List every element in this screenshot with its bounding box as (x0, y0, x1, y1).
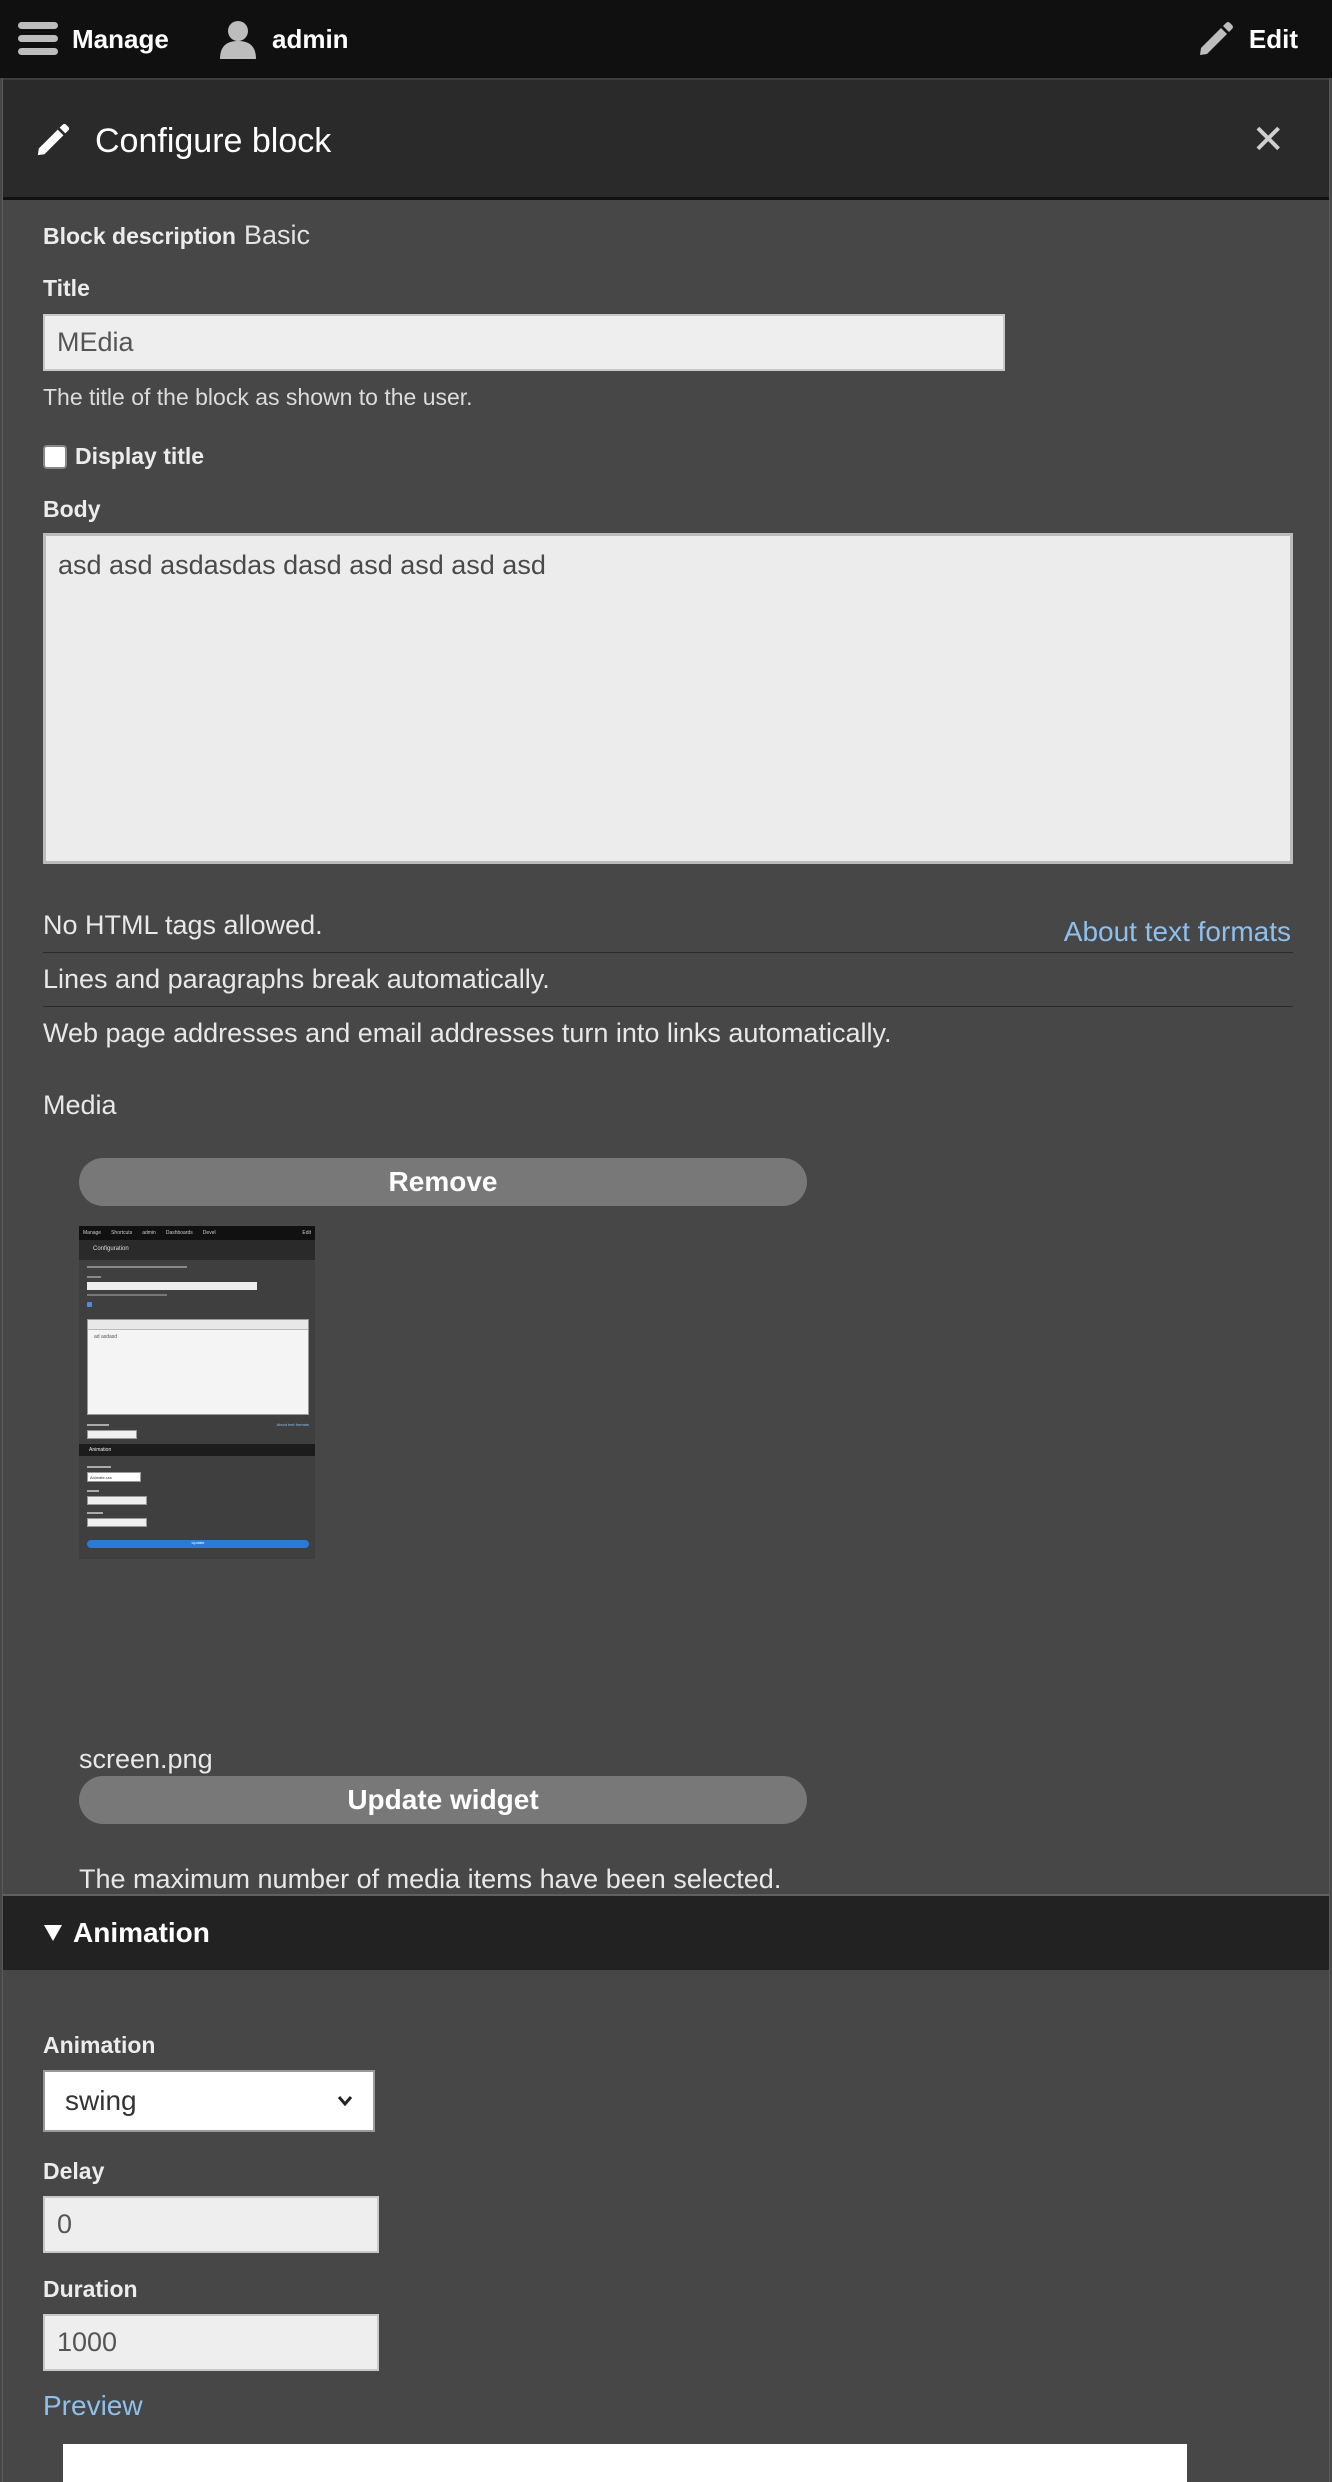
body-label: Body (43, 496, 101, 522)
user-icon (220, 21, 256, 59)
block-description: Block description Basic (43, 220, 310, 251)
thumb-input (87, 1282, 257, 1290)
title-help: The title of the block as shown to the u… (43, 384, 473, 410)
thumb-dialog-title: Configuration (79, 1240, 315, 1260)
toolbar-edit[interactable]: Edit (1197, 0, 1298, 78)
thumb-line (87, 1466, 111, 1468)
update-widget-button[interactable]: Update widget (79, 1776, 807, 1824)
media-thumbnail[interactable]: Manage Shortcuts admin Dashboards Devel … (79, 1226, 315, 1559)
thumb-section: Animation (79, 1444, 315, 1456)
media-limit-message: The maximum number of media items have b… (79, 1864, 782, 1894)
thumb-input (87, 1496, 147, 1505)
title-label: Title (43, 275, 90, 301)
format-tip: Web page addresses and email addresses t… (43, 1018, 892, 1048)
triangle-down-icon (44, 1925, 62, 1941)
body-textarea[interactable]: asd asd asdasdas dasd asd asd asd asd (43, 533, 1293, 864)
thumb-toolbar-item: Dashboards (165, 1230, 193, 1236)
toolbar-edit-label: Edit (1248, 23, 1298, 54)
close-icon[interactable]: ✕ (1251, 120, 1285, 160)
chevron-down-icon (337, 2096, 353, 2107)
thumb-line (87, 1424, 109, 1426)
display-title-checkbox[interactable] (43, 444, 67, 469)
title-input[interactable]: MEdia (43, 314, 1005, 371)
animation-details-summary[interactable]: Animation (3, 1894, 1329, 1970)
media-label: Media (43, 1090, 117, 1120)
thumb-toolbar-item: Shortcuts (111, 1230, 133, 1236)
dialog-title: Configure block (95, 122, 332, 160)
thumb-body-text: ad asdasd (94, 1334, 118, 1340)
display-title-label: Display title (75, 443, 205, 469)
thumb-toolbar-item: Manage (83, 1230, 102, 1236)
animation-select[interactable]: swing (43, 2070, 375, 2132)
thumb-toolbar: Manage Shortcuts admin Dashboards Devel … (79, 1226, 315, 1240)
configure-block-dialog: Configure block ✕ Block description Basi… (2, 78, 1330, 2482)
toolbar-user-label: admin (272, 23, 349, 54)
animation-label: Animation (43, 2032, 156, 2058)
thumb-select (87, 1430, 137, 1439)
animation-select-value: swing (65, 2085, 137, 2116)
media-filename: screen.png (79, 1744, 213, 1774)
thumb-line (87, 1276, 101, 1278)
toolbar-manage-label: Manage (72, 23, 169, 54)
thumb-select: Animate.css (87, 1472, 141, 1482)
delay-label: Delay (43, 2158, 105, 2184)
preview-link[interactable]: Preview (43, 2390, 143, 2422)
thumb-line (87, 1266, 187, 1268)
format-tip: Lines and paragraphs break automatically… (43, 964, 550, 994)
thumb-toolbar-item: admin (142, 1230, 156, 1236)
delay-input[interactable]: 0 (43, 2196, 379, 2253)
thumb-checkbox (87, 1302, 92, 1307)
thumb-line (87, 1512, 103, 1514)
pencil-icon (37, 123, 70, 156)
thumb-input (87, 1518, 147, 1527)
thumb-link: About text formats (276, 1422, 309, 1427)
remove-button[interactable]: Remove (79, 1158, 807, 1206)
hamburger-icon (18, 22, 58, 55)
thumb-line (87, 1294, 167, 1296)
block-description-label: Block description (43, 223, 236, 249)
thumb-line (87, 1490, 99, 1492)
divider (43, 952, 1293, 953)
animation-summary-label: Animation (73, 1917, 210, 1948)
toolbar-manage[interactable]: Manage (18, 0, 169, 78)
pencil-icon (1199, 22, 1233, 55)
block-description-value: Basic (243, 220, 311, 250)
thumb-toolbar-item: Edit (302, 1230, 311, 1236)
thumb-editor: ad asdasd (87, 1319, 309, 1415)
preview-area (63, 2444, 1187, 2482)
duration-label: Duration (43, 2276, 138, 2302)
toolbar-user[interactable]: admin (218, 0, 349, 78)
divider (43, 1006, 1293, 1007)
dialog-header: Configure block ✕ (3, 78, 1329, 200)
duration-input[interactable]: 1000 (43, 2314, 379, 2371)
about-text-formats-link[interactable]: About text formats (1064, 916, 1291, 948)
thumb-button: Update (87, 1540, 309, 1548)
format-tip: No HTML tags allowed. (43, 910, 323, 940)
admin-toolbar: Manage admin Edit (0, 0, 1332, 78)
display-title-field[interactable]: Display title (43, 443, 204, 470)
thumb-toolbar-item: Devel (202, 1230, 216, 1236)
